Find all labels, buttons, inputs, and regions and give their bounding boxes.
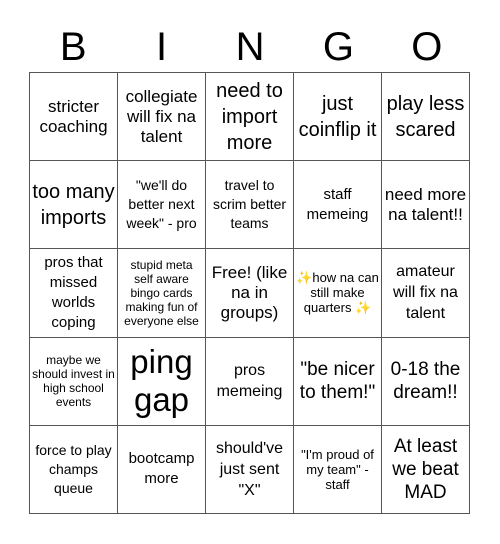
bingo-cell[interactable]: 0-18 the dream!! (382, 337, 470, 426)
cell-text: travel to scrim better teams (212, 177, 287, 232)
header-letter-i: I (156, 25, 168, 69)
bingo-cell[interactable]: "we'll do better next week" - pro (118, 161, 206, 250)
cell-text: stupid meta self aware bingo cards makin… (124, 257, 199, 328)
cell-text: just coinflip it (298, 92, 377, 141)
bingo-cell[interactable]: travel to scrim better teams (206, 161, 294, 250)
bingo-cell[interactable]: ✨how na can still make quarters ✨ (294, 249, 382, 338)
bingo-cell[interactable]: should've just sent "X" (206, 425, 294, 514)
cell-text: 0-18 the dream!! (390, 359, 461, 404)
cell-text: need more na talent!! (384, 184, 467, 224)
cell-text: ✨how na can still make quarters ✨ (296, 270, 379, 316)
cell-text: need to import more (216, 79, 283, 154)
cell-text: ping gap (130, 343, 193, 419)
cell-text: stricter coaching (39, 96, 108, 136)
bingo-cell[interactable]: too many imports (30, 161, 118, 250)
bingo-cell[interactable]: pros memeing (206, 337, 294, 426)
cell-text: bootcamp more (128, 450, 195, 488)
cell-text: "be nicer to them!" (299, 359, 376, 404)
cell-text: staff memeing (306, 185, 369, 223)
bingo-cell[interactable]: need to import more (206, 73, 294, 162)
bingo-cell[interactable]: staff memeing (294, 161, 382, 250)
header-letter-o: O (411, 25, 443, 69)
cell-text: pros that missed worlds coping (44, 253, 103, 331)
bingo-cell[interactable]: "be nicer to them!" (294, 337, 382, 426)
bingo-cell[interactable]: play less scared (382, 73, 470, 162)
bingo-cell[interactable]: Free! (like na in groups) (206, 249, 294, 338)
bingo-cell[interactable]: collegiate will fix na talent (118, 73, 206, 162)
bingo-cell[interactable]: force to play champs queue (30, 425, 118, 514)
header-letter-n: N (235, 25, 265, 69)
header-letter-g: G (322, 25, 354, 69)
bingo-cell[interactable]: "I'm proud of my team" - staff (294, 425, 382, 514)
bingo-cell[interactable]: amateur will fix na talent (382, 249, 470, 338)
cell-text: "I'm proud of my team" - staff (301, 446, 374, 492)
cell-text: maybe we should invest in high school ev… (32, 353, 115, 410)
bingo-header: B I N G O (29, 22, 471, 72)
bingo-cell[interactable]: pros that missed worlds coping (30, 249, 118, 338)
cell-text: should've just sent "X" (215, 439, 284, 499)
free-space-text: Free! (like na in groups) (211, 262, 288, 322)
bingo-cell[interactable]: At least we beat MAD (382, 425, 470, 514)
bingo-cell[interactable]: stupid meta self aware bingo cards makin… (118, 249, 206, 338)
bingo-cell[interactable]: need more na talent!! (382, 161, 470, 250)
cell-text: collegiate will fix na talent (125, 86, 198, 146)
bingo-cell[interactable]: stricter coaching (30, 73, 118, 162)
cell-text: pros memeing (216, 362, 283, 401)
bingo-cell[interactable]: just coinflip it (294, 73, 382, 162)
cell-text: too many imports (32, 180, 115, 229)
cell-text: At least we beat MAD (392, 435, 459, 503)
bingo-cell[interactable]: bootcamp more (118, 425, 206, 514)
bingo-cell[interactable]: maybe we should invest in high school ev… (30, 337, 118, 426)
bingo-grid: stricter coaching collegiate will fix na… (29, 72, 470, 514)
cell-text: force to play champs queue (35, 441, 112, 496)
cell-text: play less scared (386, 92, 465, 141)
cell-text: "we'll do better next week" - pro (126, 177, 197, 232)
bingo-cell[interactable]: ping gap (118, 337, 206, 426)
header-letter-b: B (59, 25, 87, 69)
cell-text: amateur will fix na talent (393, 263, 458, 323)
